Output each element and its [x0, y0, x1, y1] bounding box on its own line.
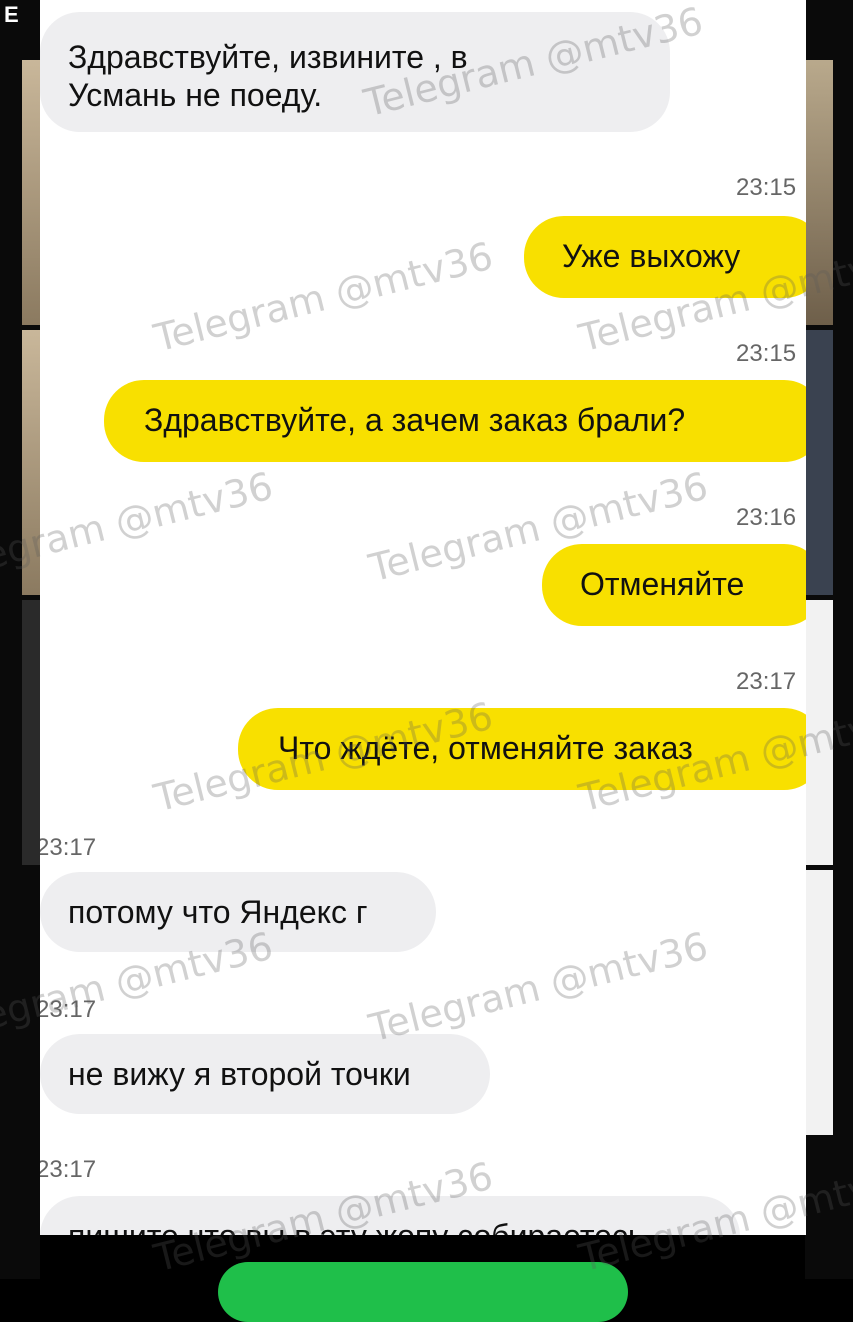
background-photo-tile	[22, 60, 42, 325]
message-time: 23:16	[736, 504, 797, 531]
background-photo-tile	[22, 600, 42, 865]
message-time: 23:17	[736, 668, 797, 695]
message-time: 23:17	[40, 996, 97, 1023]
chat-panel[interactable]: Здравствуйте, извините , в Усмань не пое…	[40, 0, 806, 1235]
message-bubble-outgoing[interactable]: Что ждёте, отменяйте заказ	[238, 708, 806, 790]
message-text: пишите что вы в эту жопу собираетесь	[68, 1218, 645, 1235]
bottom-action-button[interactable]	[218, 1262, 628, 1322]
message-text: Уже выхожу	[562, 238, 741, 274]
background-screenshot-tile	[805, 870, 833, 1135]
message-bubble-incoming[interactable]: пишите что вы в эту жопу собираетесь	[40, 1196, 740, 1235]
message-time: 23:17	[40, 834, 97, 861]
message-time: 23:17	[40, 1156, 97, 1183]
message-bubble-outgoing[interactable]: Отменяйте	[542, 544, 806, 626]
message-bubble-incoming[interactable]: потому что Яндекс г	[40, 872, 436, 952]
message-bubble-outgoing[interactable]: Уже выхожу	[524, 216, 806, 298]
message-time: 23:15	[736, 174, 797, 201]
background-photo-tile	[22, 330, 42, 595]
message-text-line: Усмань не поеду.	[68, 77, 323, 113]
background-right-strip	[805, 0, 853, 1279]
message-text-line: Здравствуйте, извините , в	[68, 39, 468, 75]
message-bubble-incoming[interactable]: не вижу я второй точки	[40, 1034, 490, 1114]
corner-letter: E	[4, 2, 19, 27]
background-photo-tile	[805, 60, 833, 325]
message-time: 23:15	[736, 340, 797, 367]
background-left-strip	[0, 0, 42, 1279]
message-text: Что ждёте, отменяйте заказ	[278, 730, 693, 766]
background-screenshot-tile	[805, 600, 833, 865]
message-bubble-outgoing[interactable]: Здравствуйте, а зачем заказ брали?	[104, 380, 806, 462]
message-text: не вижу я второй точки	[68, 1056, 411, 1092]
message-text: потому что Яндекс г	[68, 894, 368, 930]
message-bubble-incoming[interactable]: Здравствуйте, извините , в Усмань не пое…	[40, 12, 670, 132]
message-text: Здравствуйте, а зачем заказ брали?	[144, 402, 686, 438]
background-photo-tile	[805, 330, 833, 595]
message-text: Отменяйте	[580, 566, 745, 602]
